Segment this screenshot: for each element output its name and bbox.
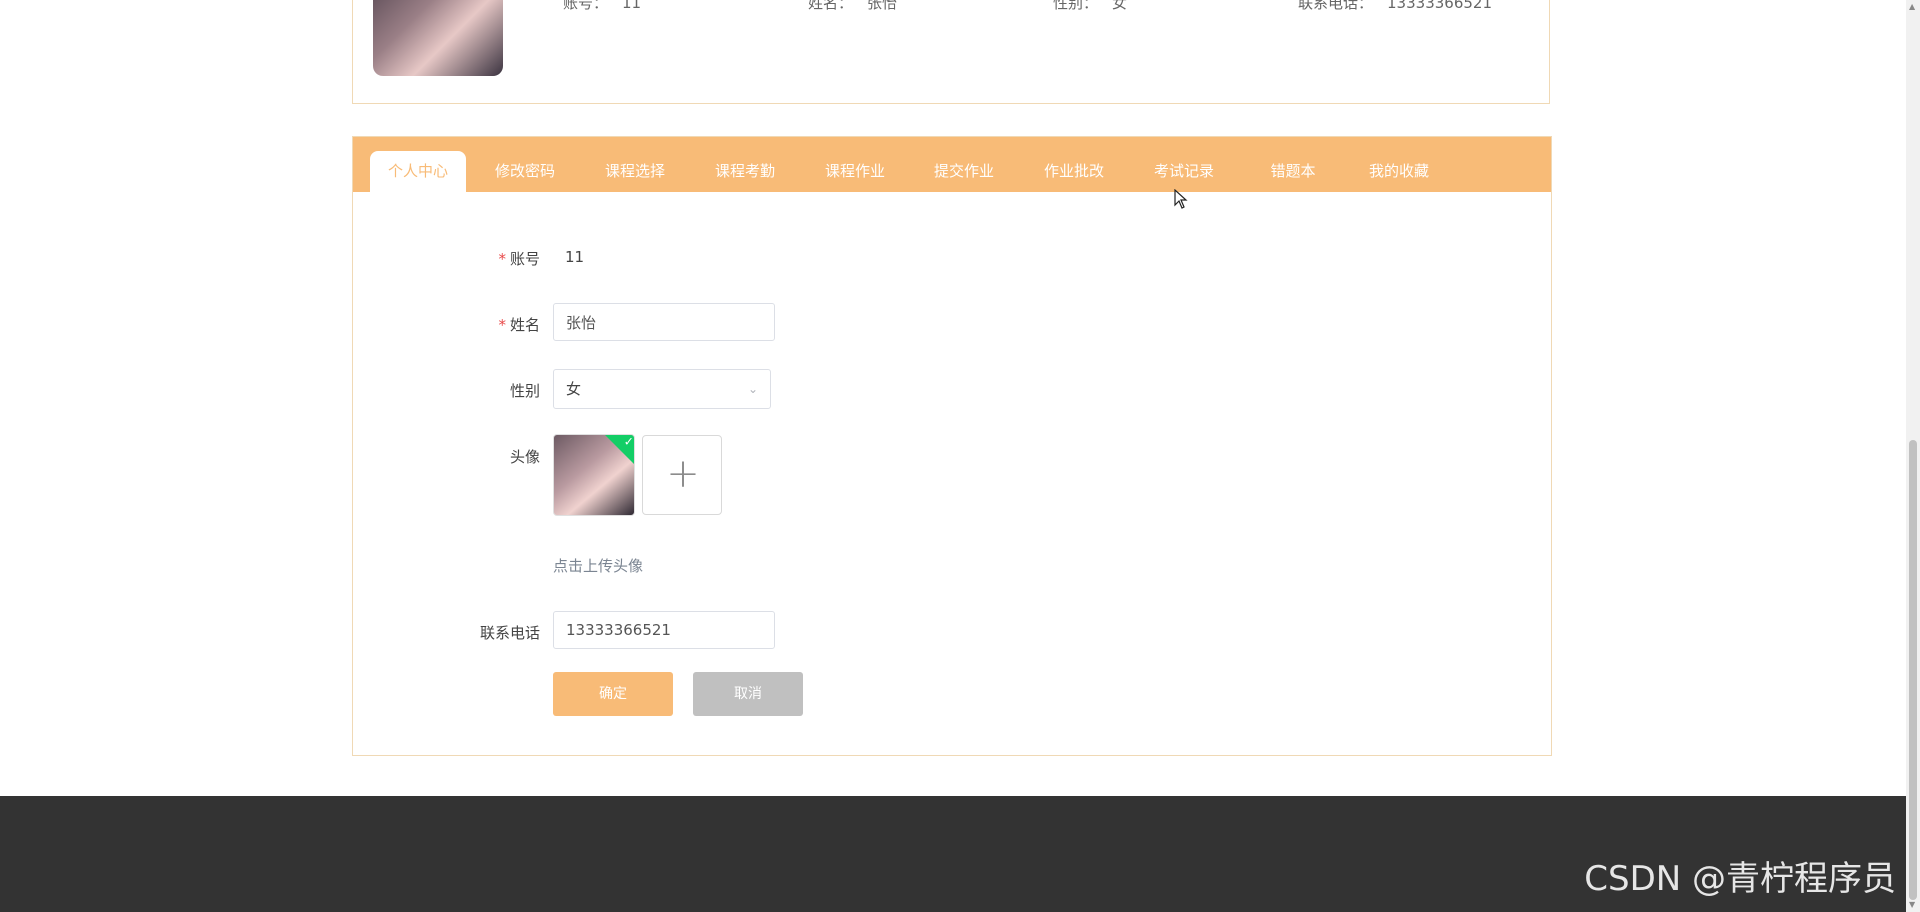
scrollbar-thumb[interactable] bbox=[1909, 440, 1917, 900]
tab-bar: 个人中心 修改密码 课程选择 课程考勤 课程作业 提交作业 作业批改 考试记录 … bbox=[353, 137, 1551, 192]
profile-name-label: 姓名： bbox=[808, 0, 854, 12]
scroll-down-arrow-icon[interactable]: ▼ bbox=[1909, 900, 1915, 909]
tab-homework-grading[interactable]: 作业批改 bbox=[1024, 151, 1124, 192]
account-value: 11 bbox=[565, 248, 585, 266]
profile-avatar bbox=[373, 0, 503, 76]
gender-select[interactable]: 女 ⌄ bbox=[553, 369, 771, 409]
chevron-down-icon: ⌄ bbox=[747, 382, 758, 396]
checkmark-icon: ✓ bbox=[623, 434, 634, 449]
profile-phone-value: 13333366521 bbox=[1387, 0, 1492, 12]
profile-gender: 性别： 女 bbox=[1053, 0, 1127, 13]
avatar-label: 头像 bbox=[509, 448, 540, 466]
success-badge: ✓ bbox=[603, 434, 634, 466]
profile-account-value: 11 bbox=[622, 0, 642, 12]
phone-input[interactable] bbox=[553, 611, 775, 649]
profile-gender-value: 女 bbox=[1112, 0, 1128, 12]
profile-account-label: 账号： bbox=[563, 0, 609, 12]
profile-phone: 联系电话： 13333366521 bbox=[1298, 0, 1492, 13]
gender-label: 性别 bbox=[509, 382, 540, 400]
name-input[interactable] bbox=[553, 303, 775, 341]
tab-exam-records[interactable]: 考试记录 bbox=[1134, 151, 1234, 192]
profile-phone-label: 联系电话： bbox=[1298, 0, 1374, 12]
profile-name-value: 张怡 bbox=[867, 0, 898, 12]
account-label: * 账号 bbox=[498, 250, 540, 268]
plus-icon: + bbox=[666, 451, 700, 497]
cancel-button[interactable]: 取消 bbox=[693, 672, 803, 716]
tab-my-favorites[interactable]: 我的收藏 bbox=[1344, 151, 1454, 192]
tab-change-password[interactable]: 修改密码 bbox=[475, 151, 575, 192]
profile-account: 账号： 11 bbox=[563, 0, 641, 13]
tab-course-attendance[interactable]: 课程考勤 bbox=[695, 151, 795, 192]
footer: CSDN @青柠程序员 bbox=[0, 796, 1906, 912]
vertical-scrollbar[interactable]: ▲ ▼ bbox=[1906, 0, 1920, 912]
tab-course-selection[interactable]: 课程选择 bbox=[585, 151, 685, 192]
gender-select-value: 女 bbox=[566, 380, 582, 398]
profile-card: 账号： 11 姓名： 张怡 性别： 女 联系电话： 13333366521 bbox=[352, 0, 1550, 104]
tab-submit-homework[interactable]: 提交作业 bbox=[914, 151, 1014, 192]
tab-personal-center[interactable]: 个人中心 bbox=[370, 151, 466, 192]
profile-name: 姓名： 张怡 bbox=[808, 0, 897, 13]
profile-gender-label: 性别： bbox=[1053, 0, 1099, 12]
upload-avatar-hint[interactable]: 点击上传头像 bbox=[553, 555, 643, 576]
confirm-button[interactable]: 确定 bbox=[553, 672, 673, 716]
scroll-up-arrow-icon[interactable]: ▲ bbox=[1909, 2, 1915, 11]
required-mark: * bbox=[498, 316, 506, 334]
mouse-cursor-icon bbox=[1174, 189, 1188, 209]
tab-error-book[interactable]: 错题本 bbox=[1243, 151, 1343, 192]
required-mark: * bbox=[498, 250, 506, 268]
name-label: * 姓名 bbox=[498, 316, 540, 334]
upload-avatar-button[interactable]: + bbox=[642, 435, 722, 515]
tab-course-homework[interactable]: 课程作业 bbox=[805, 151, 905, 192]
watermark: CSDN @青柠程序员 bbox=[1584, 859, 1896, 899]
phone-label: 联系电话 bbox=[479, 624, 540, 642]
uploaded-avatar-thumbnail[interactable]: ✓ bbox=[553, 434, 635, 516]
user-center-panel: 个人中心 修改密码 课程选择 课程考勤 课程作业 提交作业 作业批改 考试记录 … bbox=[352, 136, 1552, 756]
